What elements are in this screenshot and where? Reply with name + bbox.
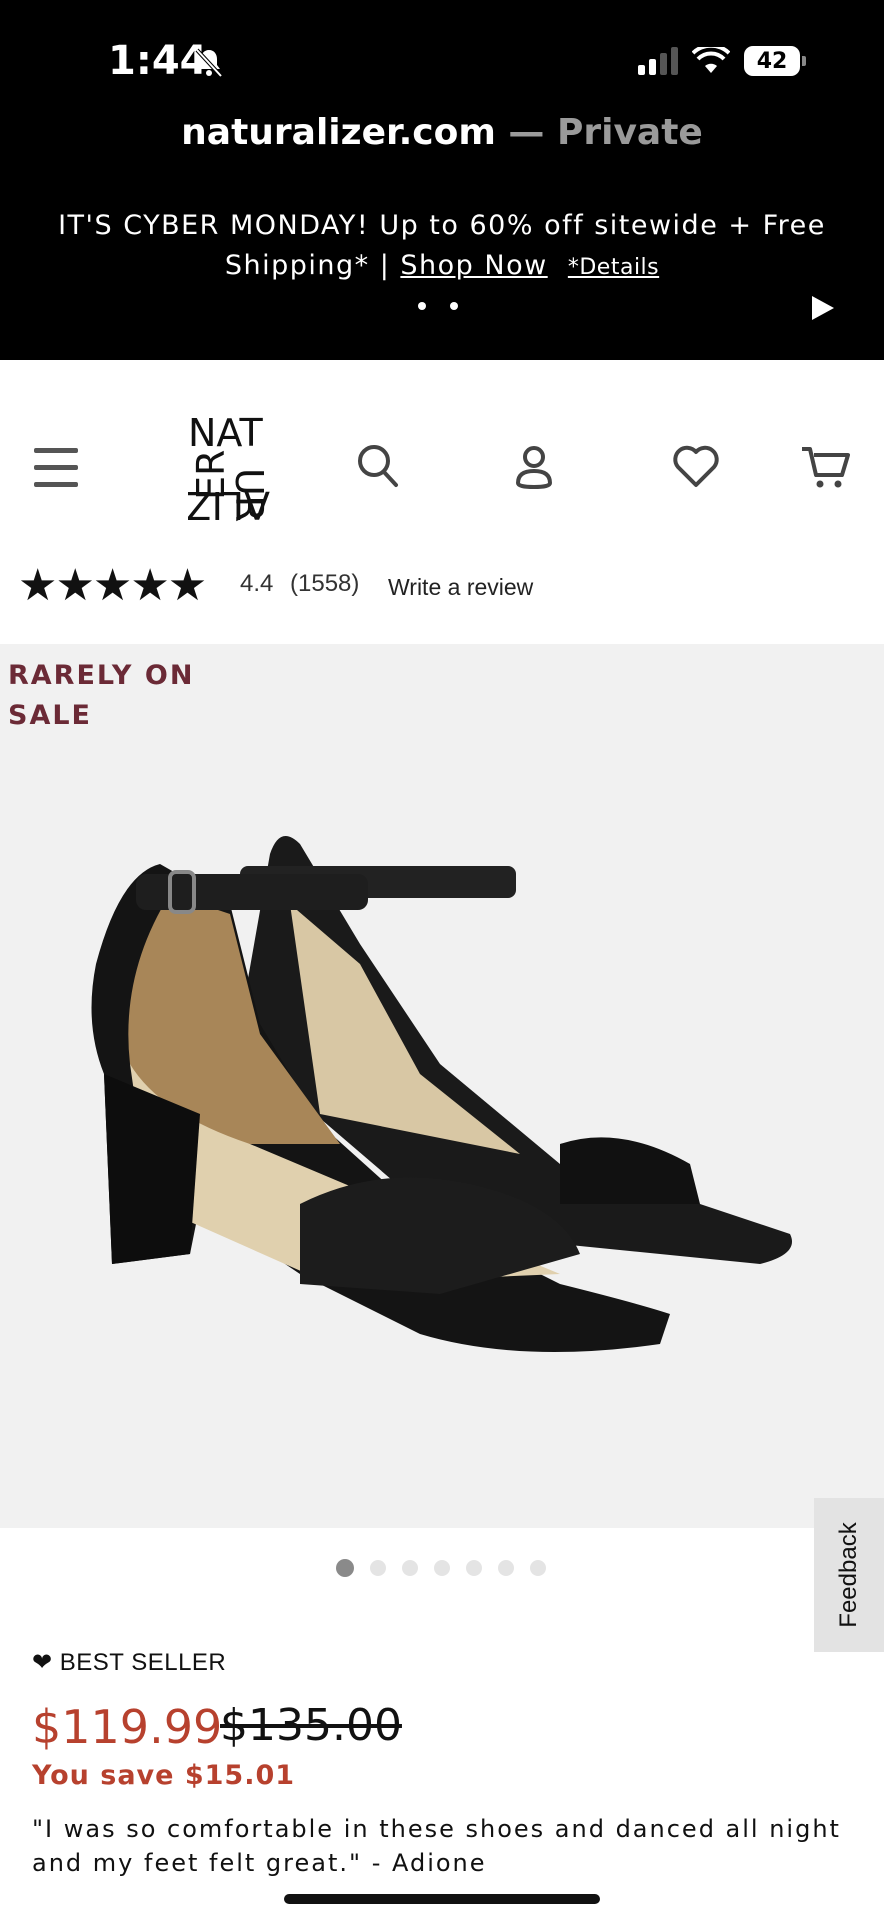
customer-quote: "I was so comfortable in these shoes and… [32,1815,841,1877]
battery-indicator: 42 [744,46,806,76]
svg-text:NAT: NAT [188,411,263,455]
search-icon[interactable] [356,443,400,491]
address-bar[interactable]: naturalizer.com — Private [0,112,884,153]
sandal-image [91,836,793,1352]
sale-price: $119.99 [32,1700,223,1754]
carousel-dot[interactable] [530,1560,546,1576]
heart-icon: ❤ [32,1649,53,1676]
carousel-dot[interactable] [498,1560,514,1576]
play-icon[interactable] [812,296,834,320]
home-indicator[interactable] [284,1894,600,1904]
promo-banner: IT'S CYBER MONDAY! Up to 60% off sitewid… [30,206,854,288]
carousel-dot[interactable] [466,1560,482,1576]
rarely-on-sale-badge: RARELY ON SALE [8,660,195,731]
site-header [0,360,884,560]
shop-now-link[interactable]: Shop Now [400,250,547,281]
private-label: Private [556,112,703,153]
top-bar: 1:44 42 naturalizer.com — Private IT'S C… [0,0,884,360]
image-carousel-dots[interactable] [336,1559,546,1577]
best-seller-badge: ❤ BEST SELLER [32,1648,226,1677]
savings-text: You save $15.01 [32,1760,296,1791]
carousel-dot[interactable] [336,1559,354,1577]
wifi-icon [692,47,730,73]
bell-slash-icon [195,48,223,78]
best-seller-label: BEST SELLER [59,1649,227,1676]
rating-value: 4.4 [240,570,274,597]
menu-icon[interactable] [34,448,78,488]
carousel-dot[interactable] [434,1560,450,1576]
details-link[interactable]: *Details [568,255,659,280]
naturalizer-logo[interactable]: NAT UR ALIZ ER [188,410,274,534]
url-domain: naturalizer.com [181,112,496,153]
feedback-tab[interactable]: Feedback [814,1498,884,1652]
account-icon[interactable] [512,443,556,491]
url-separator: — [495,112,557,153]
heart-icon[interactable] [672,443,720,489]
carousel-dot[interactable] [402,1560,418,1576]
feedback-label: Feedback [835,1522,862,1628]
product-image-area[interactable] [0,644,884,1528]
cellular-signal-icon [638,47,678,75]
write-review-link[interactable]: Write a review [388,574,533,601]
star-rating: ★★★★★ [18,561,207,610]
original-price: $135.00 [220,1700,402,1751]
cart-icon[interactable] [800,443,852,491]
status-icons: 42 [638,46,806,76]
carousel-dot[interactable] [370,1560,386,1576]
review-count[interactable]: (1558) [290,570,359,598]
svg-text:ER: ER [189,450,233,500]
promo-pager[interactable] [418,302,458,310]
